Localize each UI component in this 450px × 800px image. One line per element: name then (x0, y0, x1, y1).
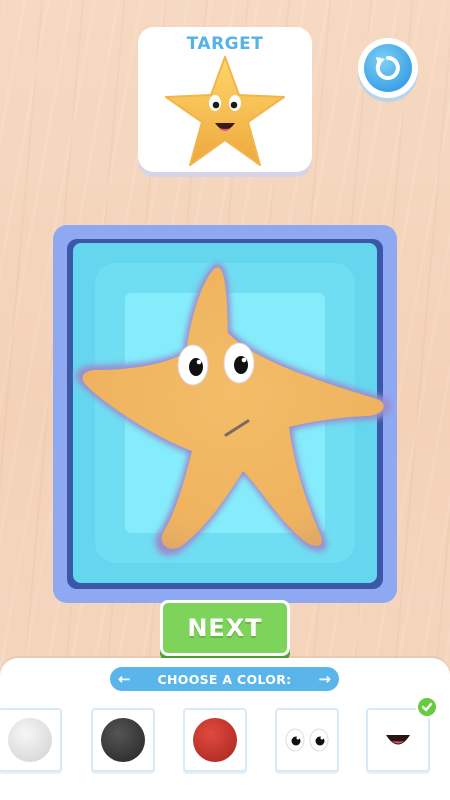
mouth-sticker-icon (386, 735, 410, 745)
swatch-black[interactable] (91, 708, 155, 772)
target-card: TARGET (138, 27, 312, 172)
red-paint-blob (193, 718, 237, 762)
swatch-mouth[interactable] (366, 708, 430, 772)
restart-icon (364, 44, 412, 92)
restart-button[interactable] (358, 38, 418, 98)
arrow-left-icon[interactable]: ← (118, 671, 131, 687)
choose-color-header: ← CHOOSE A COLOR: → (110, 667, 339, 691)
starfish-body (82, 267, 384, 549)
color-palette-panel: ← CHOOSE A COLOR: → (0, 658, 450, 800)
swatch-eyes[interactable] (275, 708, 339, 772)
target-title: TARGET (186, 34, 264, 54)
checkmark-icon (416, 696, 438, 718)
target-star-image (165, 56, 285, 166)
eyes-sticker-icon (285, 728, 329, 752)
black-paint-blob (101, 718, 145, 762)
next-button[interactable]: NEXT (160, 600, 290, 656)
starfish-canvas[interactable] (53, 225, 397, 603)
next-button-label: NEXT (187, 614, 263, 642)
white-paint-blob (8, 718, 52, 762)
choose-color-label: CHOOSE A COLOR: (157, 671, 292, 687)
arrow-right-icon[interactable]: → (318, 671, 331, 687)
swatch-red[interactable] (183, 708, 247, 772)
swatch-white[interactable] (0, 708, 62, 772)
